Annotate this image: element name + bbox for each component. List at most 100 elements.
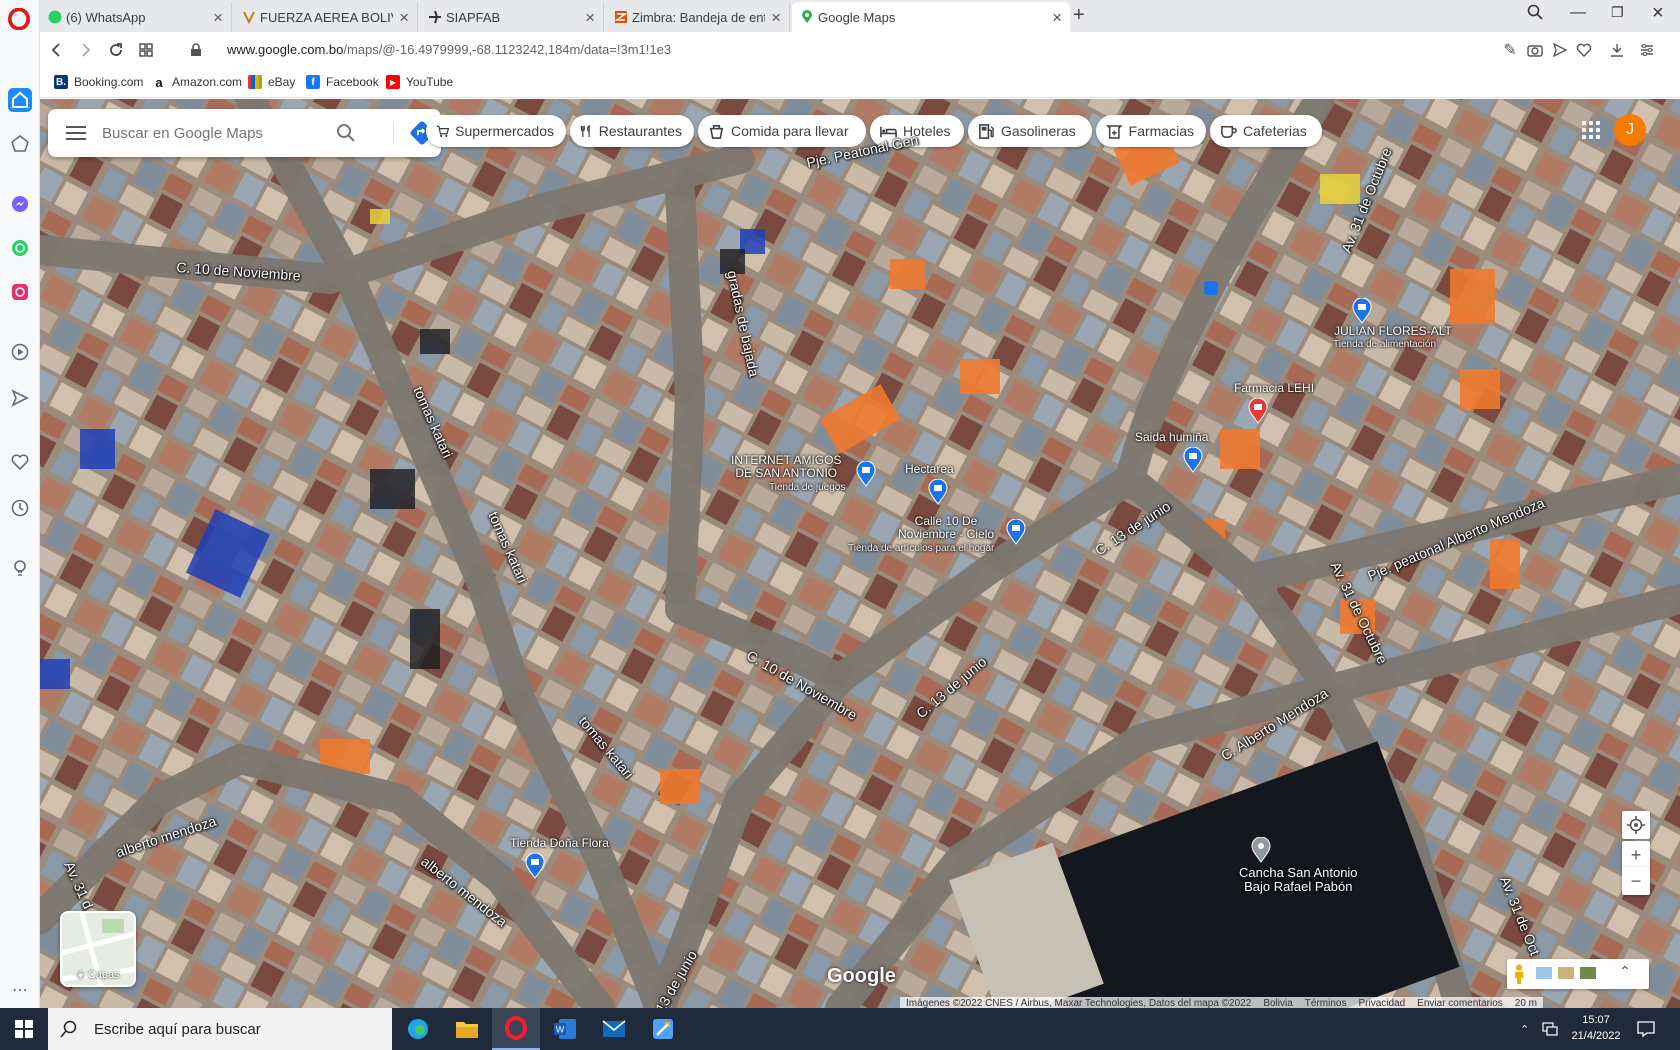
sidebar-whatsapp-icon[interactable] bbox=[8, 236, 32, 260]
sidebar-history-icon[interactable] bbox=[8, 496, 32, 520]
chip-restaurantes[interactable]: Restaurantes bbox=[570, 115, 694, 147]
sidebar-home-icon[interactable] bbox=[8, 88, 32, 112]
poi-cancha-san-antonio[interactable]: Cancha San Antonio Bajo Rafael Pabón bbox=[1239, 865, 1358, 895]
sidebar-instagram-icon[interactable] bbox=[8, 280, 32, 304]
shopping-pin-icon[interactable] bbox=[928, 479, 948, 505]
close-icon[interactable]: × bbox=[399, 9, 409, 26]
poi-internet-amigos[interactable]: INTERNET AMIGOS DE SAN ANTONIO bbox=[731, 453, 841, 480]
poi-farmacia-lehi[interactable]: Farmacia LEHI bbox=[1234, 381, 1314, 395]
start-button[interactable] bbox=[0, 1008, 48, 1050]
thumbnail-terrain-icon[interactable] bbox=[1557, 966, 1575, 980]
terms-link[interactable]: Términos bbox=[1305, 998, 1347, 1008]
bookmark-facebook[interactable]: f Facebook bbox=[306, 75, 379, 89]
url-field[interactable]: www.google.com.bo/maps/@-16.4979999,-68.… bbox=[227, 42, 671, 57]
sidebar-messenger-icon[interactable] bbox=[8, 192, 32, 216]
shopping-pin-icon[interactable] bbox=[525, 853, 545, 879]
account-avatar[interactable]: J bbox=[1614, 114, 1646, 146]
sidebar-send-icon[interactable] bbox=[8, 386, 32, 410]
network-icon[interactable] bbox=[1542, 1008, 1558, 1050]
chip-farmacias[interactable]: Farmacias bbox=[1096, 115, 1206, 147]
pegman-icon[interactable] bbox=[1513, 964, 1525, 984]
place-pin-icon[interactable] bbox=[1251, 837, 1271, 863]
search-icon[interactable] bbox=[336, 123, 356, 143]
download-icon[interactable] bbox=[1608, 41, 1626, 59]
taskbar-app-icon[interactable] bbox=[639, 1008, 687, 1050]
back-button[interactable] bbox=[46, 40, 66, 60]
taskbar-mail-icon[interactable] bbox=[590, 1008, 638, 1050]
feedback-link[interactable]: Enviar comentarios bbox=[1417, 998, 1503, 1008]
close-icon[interactable]: × bbox=[585, 9, 595, 26]
notifications-icon[interactable] bbox=[1637, 1008, 1655, 1050]
shopping-pin-icon[interactable] bbox=[856, 461, 876, 487]
opera-logo-icon[interactable] bbox=[8, 8, 30, 30]
taskbar-word-icon[interactable]: W bbox=[541, 1008, 589, 1050]
poi-tienda-dona-flora[interactable]: Tienda Doña Flora bbox=[510, 836, 609, 850]
easy-setup-icon[interactable] bbox=[1638, 41, 1656, 59]
poi-saida-humina[interactable]: Saida humiña bbox=[1135, 430, 1208, 444]
minimize-button[interactable]: — bbox=[1570, 4, 1586, 22]
new-tab-button[interactable]: + bbox=[1073, 4, 1085, 27]
chip-supermercados[interactable]: Supermercados bbox=[426, 115, 566, 147]
layers-button[interactable]: ◈ Capas bbox=[60, 911, 136, 987]
reload-button[interactable] bbox=[106, 40, 126, 60]
whatsapp-icon bbox=[48, 10, 62, 24]
show-hidden-icons[interactable]: ⌃ bbox=[1520, 1008, 1529, 1050]
maps-search-input[interactable] bbox=[102, 124, 322, 142]
camera-icon[interactable] bbox=[1526, 41, 1544, 59]
bookmark-youtube[interactable]: ▶ YouTube bbox=[386, 75, 453, 89]
lock-icon[interactable] bbox=[186, 40, 206, 60]
send-icon[interactable] bbox=[1551, 41, 1569, 59]
taskbar-opera-icon[interactable] bbox=[492, 1008, 540, 1050]
sidebar-speed-dial-icon[interactable] bbox=[8, 132, 32, 156]
privacy-link[interactable]: Privacidad bbox=[1358, 998, 1405, 1008]
my-location-button[interactable] bbox=[1622, 811, 1650, 839]
tab-fuerza-aerea[interactable]: FUERZA AEREA BOLIVIANA × bbox=[234, 2, 418, 32]
pharmacy-pin-icon[interactable] bbox=[1248, 398, 1268, 424]
close-icon[interactable]: × bbox=[771, 9, 781, 26]
thumbnail-satellite-icon[interactable] bbox=[1579, 966, 1597, 980]
google-apps-icon[interactable] bbox=[1582, 121, 1600, 139]
edit-icon[interactable]: ✎ bbox=[1501, 41, 1519, 59]
expand-up-icon[interactable]: ⌃ bbox=[1619, 963, 1631, 980]
map-canvas[interactable]: Supermercados Restaurantes Comida para l… bbox=[40, 99, 1680, 1008]
sidebar-player-icon[interactable] bbox=[8, 340, 32, 364]
hamburger-menu-icon[interactable] bbox=[66, 123, 86, 143]
close-icon[interactable]: × bbox=[1052, 9, 1062, 26]
poi-hectarea[interactable]: Hectarea bbox=[905, 462, 954, 476]
system-clock[interactable]: 15:07 21/4/2022 bbox=[1565, 1012, 1627, 1044]
google-logo: Google bbox=[827, 965, 896, 987]
bookmark-amazon[interactable]: a Amazon.com bbox=[152, 75, 242, 90]
tab-zimbra[interactable]: Zimbra: Bandeja de entrada × bbox=[606, 2, 790, 32]
sidebar-lightbulb-icon[interactable] bbox=[8, 556, 32, 580]
tab-google-maps[interactable]: Google Maps × bbox=[792, 2, 1070, 32]
restore-button[interactable]: ❐ bbox=[1611, 4, 1624, 21]
thumbnail-map-icon[interactable] bbox=[1535, 966, 1553, 980]
tab-search-icon[interactable] bbox=[1527, 4, 1543, 25]
tabs-grid-icon[interactable] bbox=[136, 40, 156, 60]
zoom-in-button[interactable]: + bbox=[1622, 841, 1650, 869]
bookmark-booking[interactable]: B. Booking.com bbox=[54, 75, 143, 89]
tab-siapfab[interactable]: SIAPFAB × bbox=[420, 2, 604, 32]
shopping-pin-icon[interactable] bbox=[1006, 519, 1026, 545]
zoom-out-button[interactable]: − bbox=[1622, 867, 1650, 895]
forward-button[interactable] bbox=[76, 40, 96, 60]
taskbar-edge-icon[interactable] bbox=[394, 1008, 442, 1050]
tab-whatsapp[interactable]: (6) WhatsApp × bbox=[40, 2, 232, 32]
shopping-pin-icon[interactable] bbox=[1183, 447, 1203, 473]
chip-comida-para-llevar[interactable]: Comida para llevar bbox=[698, 115, 866, 147]
taskbar-search-box[interactable]: Escribe aquí para buscar bbox=[48, 1008, 392, 1050]
close-window-button[interactable]: × bbox=[1652, 2, 1664, 25]
poi-calle-10[interactable]: Calle 10 De Noviembre - Cielo bbox=[898, 514, 994, 541]
heart-bookmark-icon[interactable] bbox=[1575, 41, 1593, 59]
poi-julian-flores[interactable]: JULIAN FLORES-ALT bbox=[1334, 324, 1452, 338]
chip-cafeterias[interactable]: Cafeterias bbox=[1210, 115, 1322, 147]
scale-label[interactable]: 20 m bbox=[1515, 998, 1537, 1008]
bookmark-ebay[interactable]: eBay bbox=[248, 75, 295, 89]
sidebar-more-icon[interactable]: ⋯ bbox=[8, 978, 32, 1002]
close-icon[interactable]: × bbox=[213, 9, 223, 26]
region-link[interactable]: Bolivia bbox=[1263, 998, 1292, 1008]
taskbar-file-explorer-icon[interactable] bbox=[443, 1008, 491, 1050]
shopping-pin-icon[interactable] bbox=[1352, 298, 1372, 324]
sidebar-bookmarks-heart-icon[interactable] bbox=[8, 450, 32, 474]
chip-gasolineras[interactable]: Gasolineras bbox=[968, 115, 1092, 147]
